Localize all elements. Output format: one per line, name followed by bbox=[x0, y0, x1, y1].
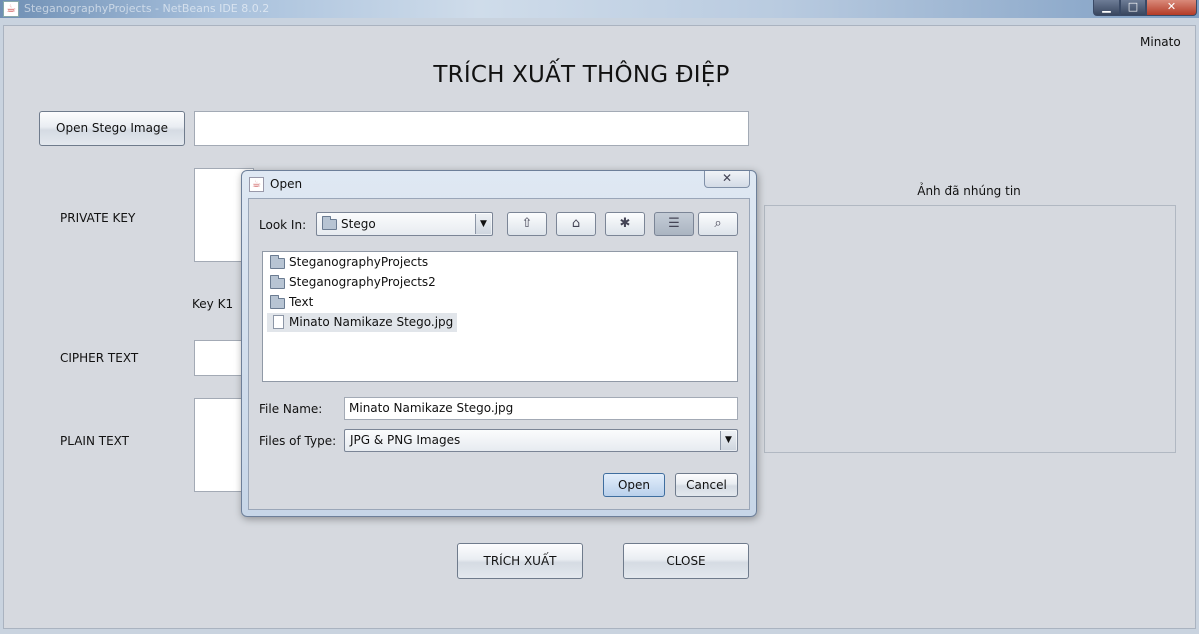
list-item[interactable]: SteganographyProjects2 bbox=[267, 273, 440, 292]
page-title: TRÍCH XUẤT THÔNG ĐIỆP bbox=[433, 62, 730, 88]
file-list[interactable]: SteganographyProjects SteganographyProje… bbox=[262, 251, 738, 382]
window-title: SteganographyProjects - NetBeans IDE 8.0… bbox=[24, 2, 270, 15]
java-dialog-icon: ☕ bbox=[249, 177, 264, 192]
list-view-icon: ☰ bbox=[668, 216, 680, 231]
new-folder-button[interactable]: ✱ bbox=[605, 212, 645, 236]
open-file-dialog: ☕ Open ✕ Look In: Stego ▼ ⇧ ⌂ ✱ ☰ ⌕ Steg… bbox=[241, 170, 757, 517]
files-of-type-value: JPG & PNG Images bbox=[350, 433, 461, 447]
folder-icon bbox=[322, 216, 337, 230]
files-of-type-label: Files of Type: bbox=[259, 434, 337, 448]
chevron-down-icon[interactable]: ▼ bbox=[475, 214, 491, 234]
look-in-value: Stego bbox=[341, 217, 376, 231]
file-item-label: Text bbox=[289, 295, 314, 309]
details-view-button[interactable]: ⌕ bbox=[698, 212, 738, 236]
private-key-label: PRIVATE KEY bbox=[60, 211, 136, 225]
look-in-combo[interactable]: Stego ▼ bbox=[316, 212, 493, 236]
look-in-label: Look In: bbox=[259, 218, 307, 232]
folder-icon bbox=[270, 255, 285, 269]
home-icon: ⌂ bbox=[571, 216, 581, 231]
file-item-label: SteganographyProjects bbox=[289, 255, 429, 269]
window-titlebar[interactable]: ☕ SteganographyProjects - NetBeans IDE 8… bbox=[0, 0, 1199, 18]
current-user-label: Minato bbox=[1140, 35, 1181, 49]
dialog-close-button[interactable]: ✕ bbox=[704, 171, 750, 188]
file-icon bbox=[273, 315, 284, 329]
file-item-label: SteganographyProjects2 bbox=[289, 275, 436, 289]
chevron-down-icon[interactable]: ▼ bbox=[720, 431, 736, 450]
home-button[interactable]: ⌂ bbox=[556, 212, 596, 236]
file-item-label: Minato Namikaze Stego.jpg bbox=[289, 315, 454, 329]
open-stego-image-button[interactable]: Open Stego Image bbox=[39, 111, 185, 146]
new-folder-icon: ✱ bbox=[619, 216, 631, 231]
open-button[interactable]: Open bbox=[603, 473, 665, 497]
stego-image-label: Ảnh đã nhúng tin bbox=[917, 184, 1021, 198]
list-item[interactable]: SteganographyProjects bbox=[267, 253, 432, 272]
dialog-title: Open bbox=[270, 177, 303, 191]
up-folder-icon: ⇧ bbox=[521, 216, 533, 231]
list-item[interactable]: Text bbox=[267, 293, 317, 312]
folder-icon bbox=[270, 295, 285, 309]
list-view-button[interactable]: ☰ bbox=[654, 212, 694, 236]
dialog-body: Look In: Stego ▼ ⇧ ⌂ ✱ ☰ ⌕ Steganography… bbox=[248, 198, 750, 510]
list-item-selected[interactable]: Minato Namikaze Stego.jpg bbox=[267, 313, 458, 332]
files-of-type-combo[interactable]: JPG & PNG Images ▼ bbox=[344, 429, 738, 452]
folder-icon bbox=[270, 275, 285, 289]
plain-text-label: PLAIN TEXT bbox=[60, 434, 129, 448]
cancel-button[interactable]: Cancel bbox=[675, 473, 738, 497]
stego-image-panel bbox=[764, 205, 1176, 453]
details-view-icon: ⌕ bbox=[714, 216, 722, 231]
java-app-icon: ☕ bbox=[3, 1, 19, 17]
maximize-button[interactable]: □ bbox=[1120, 0, 1146, 16]
cipher-text-label: CIPHER TEXT bbox=[60, 351, 139, 365]
window-close-button[interactable]: ✕ bbox=[1146, 0, 1197, 16]
minimize-button[interactable]: ▁ bbox=[1093, 0, 1120, 16]
key-k1-label: Key K1 bbox=[192, 297, 234, 311]
up-folder-button[interactable]: ⇧ bbox=[507, 212, 547, 236]
file-name-label: File Name: bbox=[259, 402, 323, 416]
file-name-field[interactable]: Minato Namikaze Stego.jpg bbox=[344, 397, 738, 420]
extract-button[interactable]: TRÍCH XUẤT bbox=[457, 543, 583, 579]
stego-path-field[interactable] bbox=[194, 111, 749, 146]
close-button[interactable]: CLOSE bbox=[623, 543, 749, 579]
